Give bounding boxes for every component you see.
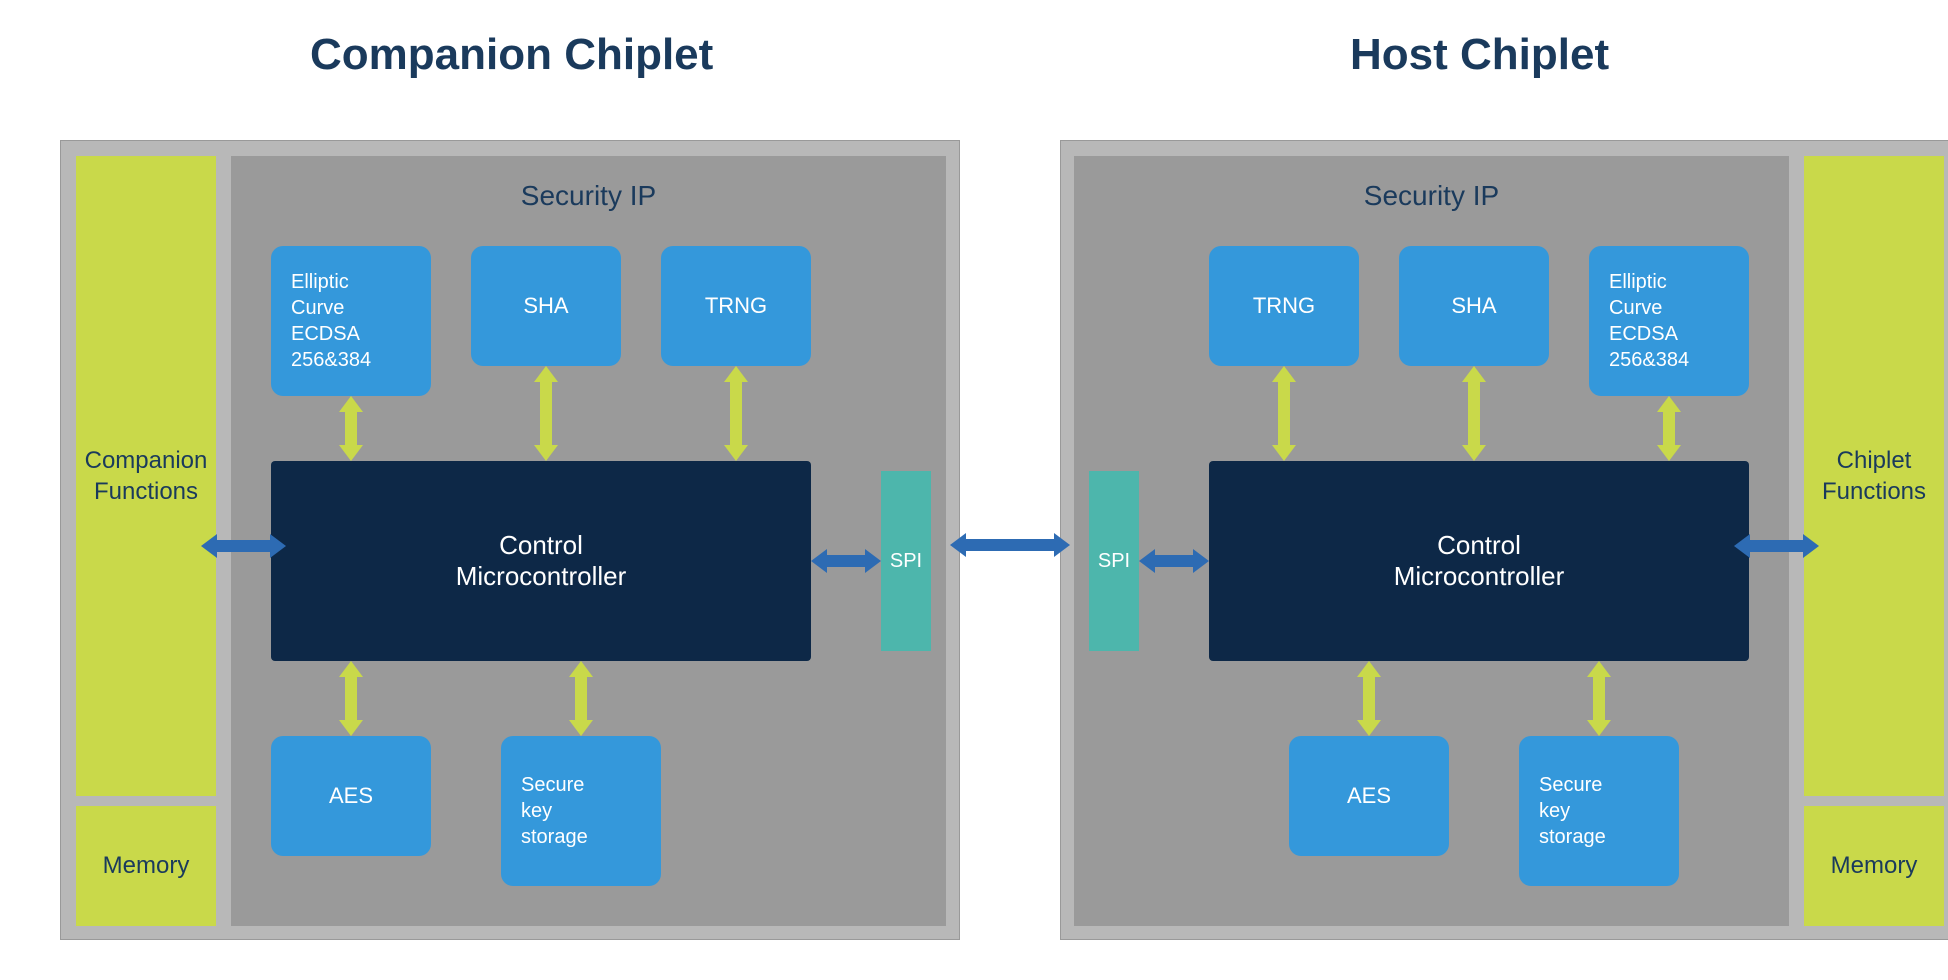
- companion-title: Companion Chiplet: [310, 30, 713, 80]
- host-trng-box: TRNG: [1209, 246, 1359, 366]
- companion-chiplet: Companion Functions Memory Security IP E…: [60, 140, 960, 940]
- arrow-icon: [724, 366, 748, 461]
- host-title: Host Chiplet: [1350, 30, 1609, 80]
- companion-sks-box: Secure key storage: [501, 736, 661, 886]
- companion-security-ip: Security IP Elliptic Curve ECDSA 256&384…: [231, 156, 946, 926]
- arrow-icon: [201, 534, 286, 558]
- host-ctrl-box: Control Microcontroller: [1209, 461, 1749, 661]
- arrow-icon: [1657, 396, 1681, 461]
- host-ctrl-line2: Microcontroller: [1394, 561, 1565, 592]
- arrow-icon: [534, 366, 558, 461]
- arrow-icon: [1462, 366, 1486, 461]
- arrow-icon: [339, 661, 363, 736]
- companion-ctrl-line2: Microcontroller: [456, 561, 627, 592]
- host-chiplet: Chiplet Functions Memory Security IP TRN…: [1060, 140, 1948, 940]
- companion-trng-box: TRNG: [661, 246, 811, 366]
- arrow-icon: [339, 396, 363, 461]
- arrow-icon: [1139, 549, 1209, 573]
- host-sks-box: Secure key storage: [1519, 736, 1679, 886]
- companion-spi-box: SPI: [881, 471, 931, 651]
- arrow-icon: [1272, 366, 1296, 461]
- center-link-arrow-icon: [950, 533, 1070, 557]
- arrow-icon: [1587, 661, 1611, 736]
- companion-aes-box: AES: [271, 736, 431, 856]
- companion-sha-box: SHA: [471, 246, 621, 366]
- companion-ec-box: Elliptic Curve ECDSA 256&384: [271, 246, 431, 396]
- host-ec-box: Elliptic Curve ECDSA 256&384: [1589, 246, 1749, 396]
- companion-functions-box: Companion Functions: [76, 156, 216, 796]
- arrow-icon: [569, 661, 593, 736]
- companion-security-label: Security IP: [231, 180, 946, 212]
- arrow-icon: [811, 549, 881, 573]
- host-security-label: Security IP: [1074, 180, 1789, 212]
- companion-ctrl-line1: Control: [499, 530, 583, 561]
- host-ctrl-line1: Control: [1437, 530, 1521, 561]
- host-sha-box: SHA: [1399, 246, 1549, 366]
- arrow-icon: [1734, 534, 1819, 558]
- host-spi-box: SPI: [1089, 471, 1139, 651]
- arrow-icon: [1357, 661, 1381, 736]
- host-security-ip: Security IP TRNG SHA Elliptic Curve ECDS…: [1074, 156, 1789, 926]
- companion-memory-box: Memory: [76, 806, 216, 926]
- host-functions-box: Chiplet Functions: [1804, 156, 1944, 796]
- host-aes-box: AES: [1289, 736, 1449, 856]
- host-memory-box: Memory: [1804, 806, 1944, 926]
- companion-ctrl-box: Control Microcontroller: [271, 461, 811, 661]
